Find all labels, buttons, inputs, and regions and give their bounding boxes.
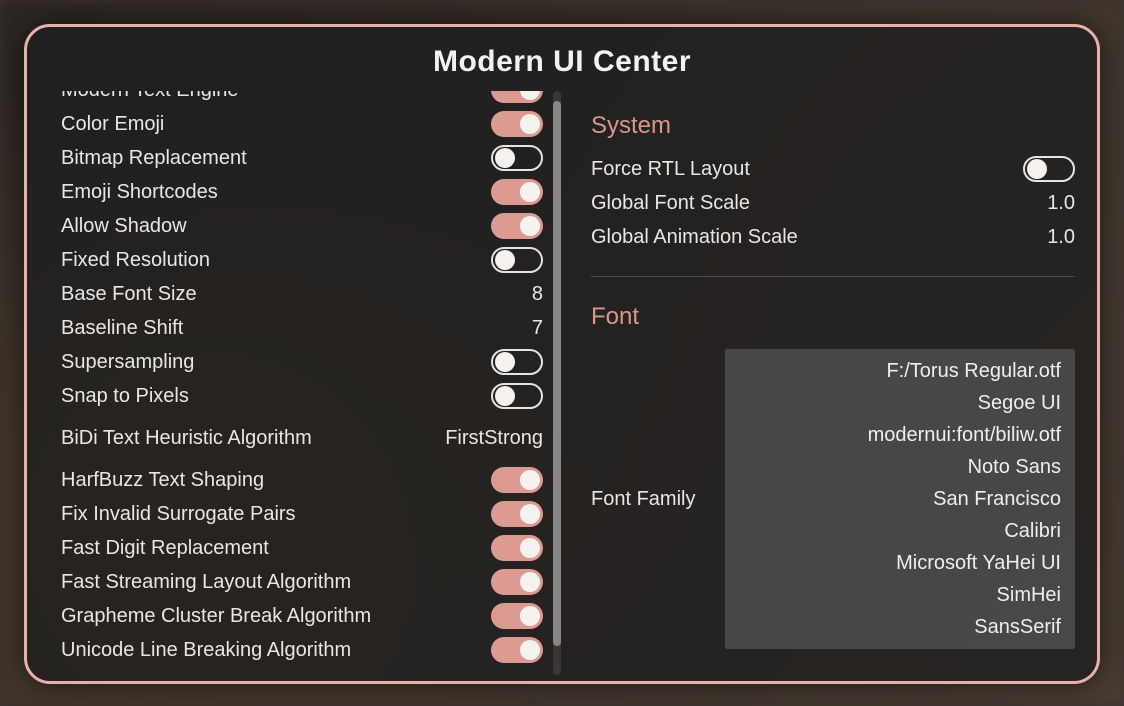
font-family-item[interactable]: Segoe UI: [739, 387, 1061, 419]
setting-row: Supersampling: [61, 345, 543, 379]
setting-label: Modern Text Engine: [61, 91, 239, 102]
panel-title: Modern UI Center: [27, 27, 1097, 91]
setting-row: Fast Streaming Layout Algorithm: [61, 565, 543, 599]
toggle[interactable]: [491, 637, 543, 663]
setting-label: Grapheme Cluster Break Algorithm: [61, 605, 371, 628]
setting-label: Color Emoji: [61, 113, 164, 136]
toggle[interactable]: [491, 145, 543, 171]
font-family-item[interactable]: Calibri: [739, 515, 1061, 547]
value-global-font-scale: 1.0: [1047, 192, 1075, 215]
font-family-item[interactable]: Microsoft YaHei UI: [739, 547, 1061, 579]
setting-label: Base Font Size: [61, 283, 197, 306]
label-font-family: Font Family: [591, 488, 695, 511]
toggle[interactable]: [491, 247, 543, 273]
setting-row: HarfBuzz Text Shaping: [61, 463, 543, 497]
toggle[interactable]: [491, 349, 543, 375]
setting-row: Bitmap Replacement: [61, 141, 543, 175]
toggle[interactable]: [491, 383, 543, 409]
setting-row: Unicode Line Breaking Algorithm: [61, 633, 543, 667]
setting-value: 8: [532, 283, 543, 306]
setting-row: Grapheme Cluster Break Algorithm: [61, 599, 543, 633]
value-global-anim-scale: 1.0: [1047, 226, 1075, 249]
toggle[interactable]: [491, 501, 543, 527]
setting-row: Allow Shadow: [61, 209, 543, 243]
setting-row: Emoji Shortcodes: [61, 175, 543, 209]
setting-label: Fast Streaming Layout Algorithm: [61, 571, 351, 594]
font-family-list[interactable]: F:/Torus Regular.otfSegoe UImodernui:fon…: [725, 349, 1075, 649]
setting-value: FirstStrong: [445, 427, 543, 450]
setting-label: Allow Shadow: [61, 215, 187, 238]
setting-label: HarfBuzz Text Shaping: [61, 469, 264, 492]
setting-row: Fix Invalid Surrogate Pairs: [61, 497, 543, 531]
font-family-item[interactable]: San Francisco: [739, 483, 1061, 515]
settings-panel: Modern UI Center Modern Text Engine Color…: [24, 24, 1100, 684]
font-family-item[interactable]: SimHei: [739, 579, 1061, 611]
setting-label: Snap to Pixels: [61, 385, 189, 408]
setting-row: Fast Digit Replacement: [61, 531, 543, 565]
label-global-anim-scale: Global Animation Scale: [591, 226, 798, 249]
toggle[interactable]: [491, 603, 543, 629]
left-column: Modern Text Engine Color Emoji Bitmap Repl…: [61, 91, 561, 675]
label-force-rtl: Force RTL Layout: [591, 158, 750, 181]
setting-label: Fix Invalid Surrogate Pairs: [61, 503, 296, 526]
section-header-system: System: [591, 91, 1075, 152]
setting-label: Baseline Shift: [61, 317, 183, 340]
setting-row[interactable]: BiDi Text Heuristic Algorithm FirstStrong: [61, 421, 543, 455]
font-family-item[interactable]: SansSerif: [739, 611, 1061, 643]
setting-row: Snap to Pixels: [61, 379, 543, 413]
toggle[interactable]: [491, 535, 543, 561]
setting-label: Supersampling: [61, 351, 194, 374]
left-scrollbar-track[interactable]: [553, 91, 561, 675]
section-header-font: Font: [591, 281, 1075, 343]
setting-row: Modern Text Engine: [61, 91, 543, 107]
toggle[interactable]: [491, 569, 543, 595]
setting-label: Bitmap Replacement: [61, 147, 247, 170]
left-scrollbar-thumb[interactable]: [553, 101, 561, 646]
setting-value: 7: [532, 317, 543, 340]
label-global-font-scale: Global Font Scale: [591, 192, 750, 215]
font-family-item[interactable]: F:/Torus Regular.otf: [739, 355, 1061, 387]
font-family-item[interactable]: modernui:font/biliw.otf: [739, 419, 1061, 451]
setting-label: BiDi Text Heuristic Algorithm: [61, 427, 312, 450]
setting-row[interactable]: Baseline Shift 7: [61, 311, 543, 345]
setting-label: Fixed Resolution: [61, 249, 210, 272]
font-family-item[interactable]: Noto Sans: [739, 451, 1061, 483]
setting-label: Unicode Line Breaking Algorithm: [61, 639, 351, 662]
toggle[interactable]: [491, 213, 543, 239]
row-force-rtl: Force RTL Layout: [591, 152, 1075, 186]
setting-row: Color Emoji: [61, 107, 543, 141]
toggle[interactable]: [491, 179, 543, 205]
setting-label: Emoji Shortcodes: [61, 181, 218, 204]
right-column: System Force RTL Layout Global Font Scal…: [591, 91, 1075, 675]
divider: [591, 276, 1075, 277]
row-global-font-scale[interactable]: Global Font Scale 1.0: [591, 186, 1075, 220]
toggle-force-rtl[interactable]: [1023, 156, 1075, 182]
toggle[interactable]: [491, 111, 543, 137]
row-global-anim-scale[interactable]: Global Animation Scale 1.0: [591, 220, 1075, 254]
setting-row: Fixed Resolution: [61, 243, 543, 277]
setting-row[interactable]: Base Font Size 8: [61, 277, 543, 311]
toggle[interactable]: [491, 467, 543, 493]
toggle[interactable]: [491, 91, 543, 103]
font-family-block: Font Family F:/Torus Regular.otfSegoe UI…: [591, 349, 1075, 649]
setting-label: Fast Digit Replacement: [61, 537, 269, 560]
